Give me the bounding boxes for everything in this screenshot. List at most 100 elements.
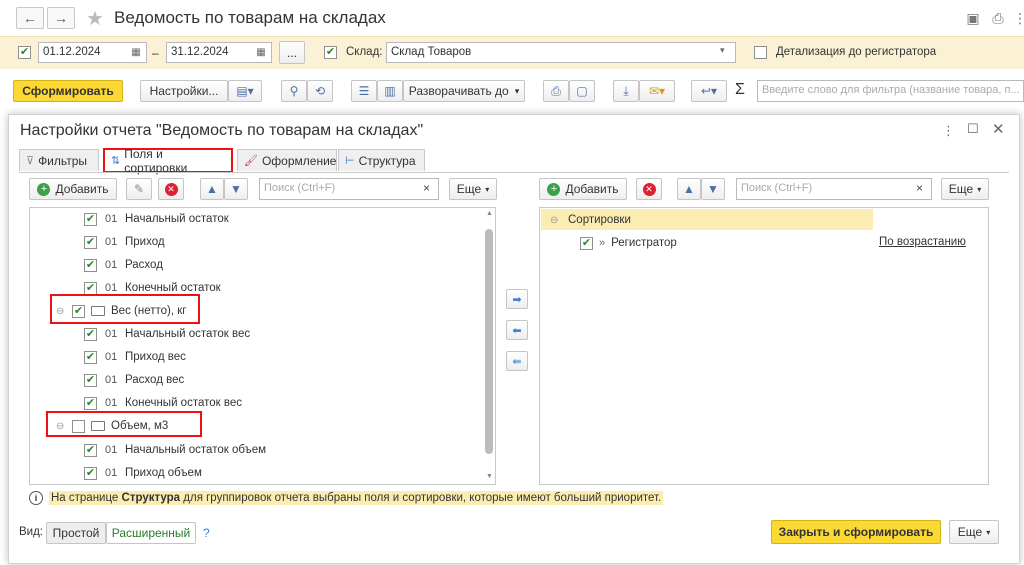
find-button[interactable]: ⚲ bbox=[281, 80, 307, 102]
collapse-icon[interactable]: ⊖ bbox=[56, 421, 66, 432]
close-generate-button[interactable]: Закрыть и сформировать bbox=[771, 520, 941, 544]
right-move-up-button[interactable]: ▲ bbox=[677, 178, 701, 200]
right-more-button[interactable]: Еще ▾ bbox=[941, 178, 989, 200]
tab-appearance[interactable]: 🖌 Оформление bbox=[237, 149, 337, 171]
item-checkbox[interactable] bbox=[84, 327, 97, 341]
item-checkbox[interactable] bbox=[580, 236, 593, 250]
email-button[interactable]: ✉▾ bbox=[639, 80, 675, 102]
fields-tree[interactable]: 01Начальный остаток 01Приход 01Расход 01… bbox=[29, 207, 496, 485]
list-item[interactable]: 01Приход объем bbox=[84, 463, 202, 483]
list-icon: ☰ bbox=[358, 84, 370, 98]
settings-button[interactable]: Настройки... bbox=[140, 80, 228, 102]
close-icon[interactable]: ✕ bbox=[992, 120, 1005, 138]
item-checkbox[interactable] bbox=[84, 443, 97, 457]
list-item[interactable]: 01Приход bbox=[84, 232, 165, 252]
plus-icon: + bbox=[547, 182, 561, 196]
group-checkbox[interactable] bbox=[72, 304, 85, 318]
collapse-icon[interactable]: ⊖ bbox=[550, 215, 560, 226]
scrollbar-thumb[interactable] bbox=[485, 229, 493, 454]
left-add-button[interactable]: + Добавить bbox=[29, 178, 117, 200]
list-item[interactable]: 01Начальный остаток объем bbox=[84, 440, 266, 460]
move-right-button[interactable]: ➡ bbox=[506, 289, 528, 309]
right-delete-button[interactable]: ✕ bbox=[636, 178, 662, 200]
item-checkbox[interactable] bbox=[84, 373, 97, 387]
clear-icon[interactable]: × bbox=[423, 181, 430, 195]
star-icon[interactable]: ★ bbox=[86, 6, 104, 31]
forward-button[interactable]: → bbox=[47, 7, 75, 29]
list-item[interactable]: 01Начальный остаток bbox=[84, 209, 229, 229]
item-checkbox[interactable] bbox=[84, 212, 97, 226]
group-row-volume[interactable]: ⊖ Объем, м3 bbox=[56, 416, 168, 436]
detail-checkbox[interactable] bbox=[754, 46, 767, 59]
left-move-up-button[interactable]: ▲ bbox=[200, 178, 224, 200]
tab-structure[interactable]: ⊢ Структура bbox=[338, 149, 425, 171]
tab-filters[interactable]: ⊽ Фильтры bbox=[19, 149, 99, 171]
list-item[interactable]: 01Начальный остаток вес bbox=[84, 324, 250, 344]
sorting-item[interactable]: »Регистратор bbox=[580, 233, 677, 253]
sorting-tree[interactable]: ⊖Сортировки »Регистратор По возрастанию bbox=[539, 207, 989, 485]
clear-icon[interactable]: × bbox=[916, 181, 923, 195]
tree-icon: ⊢ bbox=[345, 155, 355, 167]
item-checkbox[interactable] bbox=[84, 258, 97, 272]
move-all-left-button[interactable]: ⇚ bbox=[506, 351, 528, 371]
warehouse-checkbox[interactable] bbox=[324, 46, 337, 59]
tab-fields-sorting[interactable]: ⇅ Поля и сортировки bbox=[103, 147, 233, 175]
sorting-group[interactable]: ⊖ Сортировки bbox=[550, 210, 631, 230]
view-extended-button[interactable]: Расширенный bbox=[106, 522, 196, 544]
sort-order-link[interactable]: По возрастанию bbox=[879, 236, 966, 248]
sigma-icon[interactable]: Σ bbox=[735, 81, 745, 99]
left-search-input[interactable]: Поиск (Ctrl+F) bbox=[259, 178, 439, 200]
expand-to-button[interactable]: Разворачивать до ▾ bbox=[403, 80, 525, 102]
help-link[interactable]: ? bbox=[203, 526, 210, 540]
calendar-icon[interactable]: ▦ bbox=[128, 43, 144, 62]
period-select-button[interactable]: ... bbox=[279, 41, 305, 64]
print-button[interactable]: ⎙ bbox=[543, 80, 569, 102]
item-checkbox[interactable] bbox=[84, 235, 97, 249]
group-row-weight[interactable]: ⊖Вес (нетто), кг bbox=[56, 301, 186, 321]
more-icon[interactable]: ⋮ bbox=[942, 123, 955, 139]
back-button[interactable]: ← bbox=[16, 7, 44, 29]
warehouse-field[interactable]: Склад Товаров bbox=[386, 42, 736, 63]
arrow-left-icon: ← bbox=[23, 10, 37, 26]
filter-input[interactable]: Введите слово для фильтра (название това… bbox=[757, 80, 1024, 102]
left-more-button[interactable]: Еще ▾ bbox=[449, 178, 497, 200]
download-icon: ⤓ bbox=[623, 83, 629, 98]
left-delete-button[interactable]: ✕ bbox=[158, 178, 184, 200]
find-next-button[interactable]: ⟲ bbox=[307, 80, 333, 102]
calendar-icon[interactable]: ▦ bbox=[253, 43, 269, 62]
footer-more-button[interactable]: Еще ▾ bbox=[949, 520, 999, 544]
view-simple-button[interactable]: Простой bbox=[46, 522, 106, 544]
move-left-button[interactable]: ⬅ bbox=[506, 320, 528, 340]
maximize-icon[interactable]: ☐ bbox=[967, 121, 979, 137]
back-action-button[interactable]: ↩▾ bbox=[691, 80, 727, 102]
download-button[interactable]: ⤓ bbox=[613, 80, 639, 102]
left-edit-button[interactable]: ✎ bbox=[126, 178, 152, 200]
item-checkbox[interactable] bbox=[84, 281, 97, 295]
columns-button[interactable]: ▥ bbox=[377, 80, 403, 102]
list-item[interactable]: 01Конечный остаток вес bbox=[84, 393, 242, 413]
collapse-icon[interactable]: ⊖ bbox=[56, 306, 66, 317]
scroll-down-icon[interactable]: ▼ bbox=[486, 473, 493, 480]
variants-button[interactable]: ▤▾ bbox=[228, 80, 262, 102]
period-checkbox[interactable] bbox=[18, 46, 31, 59]
chevron-down-icon[interactable]: ▾ bbox=[720, 45, 725, 56]
groups-button[interactable]: ☰ bbox=[351, 80, 377, 102]
item-checkbox[interactable] bbox=[84, 396, 97, 410]
generate-button[interactable]: Сформировать bbox=[13, 80, 123, 102]
list-item[interactable]: 01Расход вес bbox=[84, 370, 184, 390]
more-icon[interactable]: ⋮ bbox=[1010, 8, 1024, 28]
print-icon[interactable]: ⎙ bbox=[988, 8, 1008, 28]
list-item[interactable]: 01Приход вес bbox=[84, 347, 186, 367]
left-move-down-button[interactable]: ▼ bbox=[224, 178, 248, 200]
scroll-up-icon[interactable]: ▲ bbox=[486, 210, 493, 217]
right-search-input[interactable]: Поиск (Ctrl+F) bbox=[736, 178, 932, 200]
arrow-left-all-icon: ⇚ bbox=[512, 355, 522, 368]
group-checkbox[interactable] bbox=[72, 419, 85, 433]
preview-button[interactable]: ▢ bbox=[569, 80, 595, 102]
right-move-down-button[interactable]: ▼ bbox=[701, 178, 725, 200]
item-checkbox[interactable] bbox=[84, 350, 97, 364]
list-item[interactable]: 01Расход bbox=[84, 255, 163, 275]
item-checkbox[interactable] bbox=[84, 466, 97, 480]
right-add-button[interactable]: + Добавить bbox=[539, 178, 627, 200]
save-icon[interactable]: ▣ bbox=[963, 8, 983, 28]
